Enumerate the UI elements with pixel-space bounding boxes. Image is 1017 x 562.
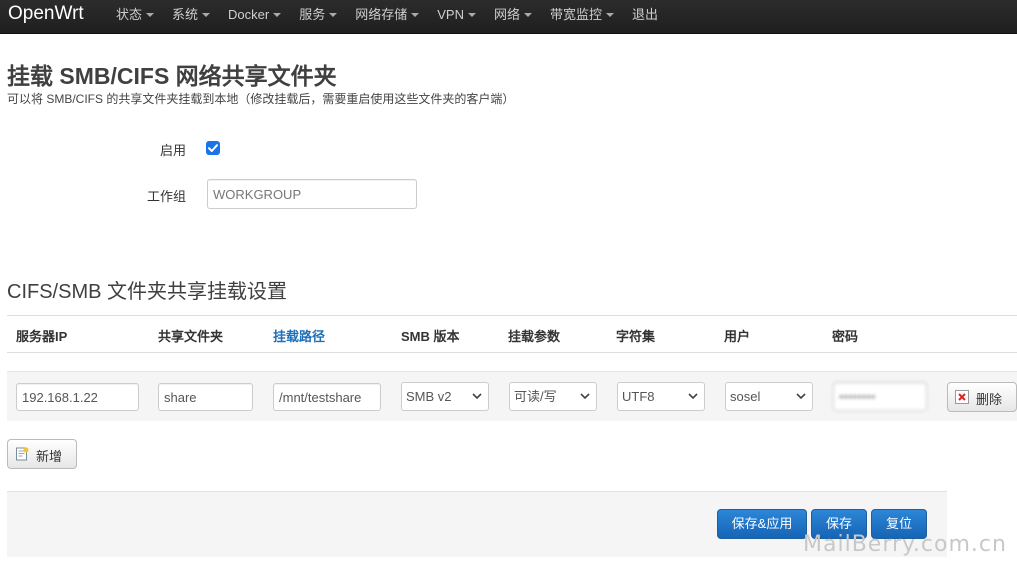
mount-options-select[interactable]: 可读/写: [509, 382, 597, 411]
workgroup-input[interactable]: [207, 179, 417, 209]
chevron-down-icon: [688, 393, 698, 400]
caret-down-icon: [146, 13, 155, 17]
add-button[interactable]: 新增: [7, 439, 77, 469]
column-share: 共享文件夹: [158, 329, 224, 344]
caret-down-icon: [411, 13, 420, 17]
enable-checkbox[interactable]: [206, 141, 220, 155]
checkmark-icon: [208, 144, 218, 152]
page-title: 挂载 SMB/CIFS 网络共享文件夹: [7, 63, 337, 89]
brand-logo[interactable]: OpenWrt: [8, 3, 84, 25]
menu-item-network[interactable]: 网络: [485, 0, 541, 34]
enable-label: 启用: [159, 143, 186, 158]
server-ip-input[interactable]: [16, 383, 139, 411]
mount-path-input[interactable]: [273, 383, 381, 411]
delete-icon: [955, 390, 969, 404]
caret-down-icon: [202, 13, 211, 17]
menu-item-services[interactable]: 服务: [290, 0, 346, 34]
page-description: 可以将 SMB/CIFS 的共享文件夹挂载到本地（修改挂载后，需要重启使用这些文…: [7, 92, 515, 106]
caret-down-icon: [329, 13, 338, 17]
menu-item-system[interactable]: 系统: [163, 0, 219, 34]
caret-down-icon: [273, 13, 282, 17]
column-charset: 字符集: [616, 329, 656, 344]
table-header: 服务器IP 共享文件夹 挂载路径 SMB 版本 挂载参数 字符集 用户 密码: [7, 315, 1017, 353]
new-document-icon: [16, 447, 29, 461]
caret-down-icon: [467, 13, 476, 17]
chevron-down-icon: [796, 393, 806, 400]
user-select[interactable]: sosel: [725, 382, 813, 411]
section-title: CIFS/SMB 文件夹共享挂载设置: [7, 281, 288, 303]
column-mount-path[interactable]: 挂载路径: [273, 326, 325, 345]
smb-version-select[interactable]: SMB v2: [401, 382, 489, 411]
menu-item-logout[interactable]: 退出: [623, 0, 667, 34]
delete-button[interactable]: 删除: [947, 382, 1017, 412]
top-navbar: OpenWrt 状态 系统 Docker 服务 网络存储 VPN 网络 带宽监控…: [0, 0, 1017, 34]
menu-item-vpn[interactable]: VPN: [428, 0, 485, 34]
save-apply-button[interactable]: 保存&应用: [717, 509, 807, 539]
password-input[interactable]: [833, 382, 927, 411]
chevron-down-icon: [580, 393, 590, 400]
menu-item-bandwidth[interactable]: 带宽监控: [541, 0, 623, 34]
column-smb-version: SMB 版本: [401, 329, 460, 344]
caret-down-icon: [606, 13, 615, 17]
column-user: 用户: [724, 329, 751, 344]
caret-down-icon: [524, 13, 532, 17]
chevron-down-icon: [472, 393, 482, 400]
menu-item-status[interactable]: 状态: [107, 0, 163, 34]
main-menu: 状态 系统 Docker 服务 网络存储 VPN 网络 带宽监控 退出: [107, 0, 667, 34]
column-password: 密码: [832, 329, 859, 344]
column-server-ip: 服务器IP: [16, 329, 68, 344]
menu-item-docker[interactable]: Docker: [219, 0, 290, 34]
menu-item-nas[interactable]: 网络存储: [346, 0, 428, 34]
workgroup-label: 工作组: [146, 189, 186, 204]
watermark: MailBerry.com.cn: [803, 532, 1007, 557]
charset-select[interactable]: UTF8: [617, 382, 705, 411]
column-mount-options: 挂载参数: [508, 329, 561, 344]
share-input[interactable]: [158, 383, 253, 411]
